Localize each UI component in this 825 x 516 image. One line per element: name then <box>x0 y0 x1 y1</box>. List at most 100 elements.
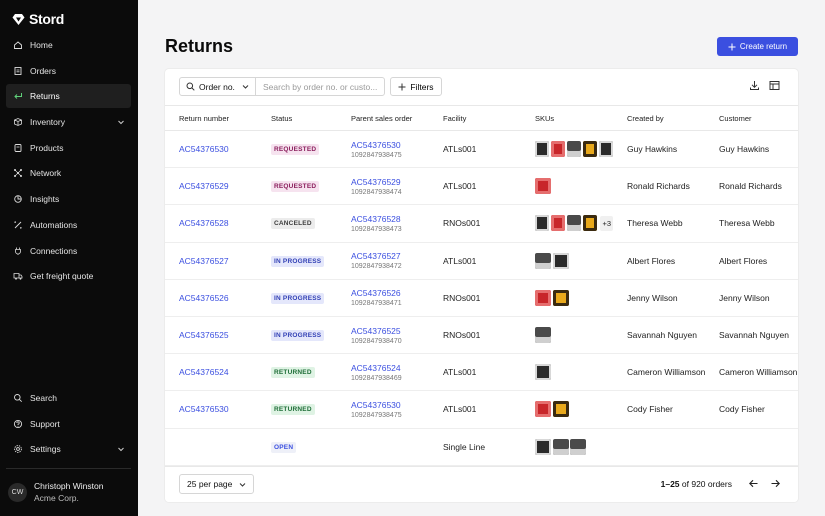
parent-order-link[interactable]: AC54376528 <box>351 214 429 224</box>
search-field-select[interactable]: Order no. <box>179 77 256 96</box>
sidebar-item-home[interactable]: Home <box>6 33 131 57</box>
sidebar-item-settings[interactable]: Settings <box>6 437 131 461</box>
table-row[interactable]: AC54376525 IN PROGRESS AC54376525 109284793… <box>165 316 798 355</box>
sidebar-item-label: Returns <box>30 91 60 102</box>
table-row[interactable]: AC54376527 IN PROGRESS AC54376527 109284793… <box>165 242 798 280</box>
facility: ATLs001 <box>429 167 521 206</box>
arrow-right-icon[interactable] <box>770 478 781 489</box>
sku-thumbnail[interactable] <box>570 438 586 455</box>
avatar: CW <box>8 482 27 502</box>
sidebar-item-connections[interactable]: Connections <box>6 239 131 263</box>
per-page-select[interactable]: 25 per page <box>179 474 254 494</box>
parent-order-link[interactable]: AC54376527 <box>351 251 429 261</box>
sidebar-divider <box>6 468 131 469</box>
table-row[interactable]: AC54376529 REQUESTED AC54376529 10928479384… <box>165 167 798 206</box>
column-header[interactable]: Facility <box>429 105 521 131</box>
column-header[interactable]: Status <box>257 105 337 131</box>
sku-thumbnail[interactable] <box>598 141 613 158</box>
sku-thumbnail[interactable] <box>566 215 582 232</box>
return-number-link[interactable]: AC54376524 <box>179 367 229 377</box>
sku-thumbnail[interactable] <box>552 252 569 269</box>
sku-thumbnail[interactable] <box>552 401 569 418</box>
sidebar-item-label: Network <box>30 168 62 179</box>
table-row[interactable]: AC54376530 REQUESTED AC54376530 10928479384… <box>165 130 798 169</box>
sku-thumbnail[interactable] <box>566 141 582 158</box>
sidebar-item-insights[interactable]: Insights <box>6 187 131 211</box>
sku-thumbnail[interactable] <box>552 289 569 306</box>
sidebar: Stord Home Orders Returns Inventory Products… <box>0 0 138 516</box>
column-header[interactable]: Return number <box>165 105 257 131</box>
created-by: Savannah Nguyen <box>613 316 705 355</box>
brand-logo[interactable]: Stord <box>12 11 64 27</box>
column-header[interactable]: SKUs <box>521 105 613 131</box>
customer: Jenny Wilson <box>705 279 798 317</box>
table-row[interactable]: AC54376524 RETURNED AC54376524 109284793846… <box>165 353 798 392</box>
sku-thumbnail[interactable] <box>582 215 597 232</box>
parent-order-link[interactable]: AC54376526 <box>351 288 429 298</box>
download-icon[interactable] <box>749 80 760 91</box>
table-header-row: Return number Status Parent sales order Fac… <box>165 105 798 131</box>
sku-thumbnails <box>535 178 613 195</box>
more-skus-count[interactable]: +3 <box>600 215 613 231</box>
user-profile[interactable]: CW Christoph Winston Acme Corp. <box>8 480 103 504</box>
search-input[interactable] <box>255 77 385 96</box>
chevron-down-icon <box>118 120 124 125</box>
column-header[interactable]: Created by <box>613 105 705 131</box>
return-number-link[interactable]: AC54376528 <box>179 218 229 228</box>
sku-thumbnail[interactable] <box>550 215 566 232</box>
sku-thumbnail[interactable] <box>535 438 551 455</box>
sku-thumbnail[interactable] <box>535 364 551 381</box>
parent-order-link[interactable]: AC54376525 <box>351 326 429 336</box>
sku-thumbnail[interactable] <box>535 327 551 344</box>
sku-thumbnail[interactable] <box>582 141 598 158</box>
return-number-link[interactable]: AC54376526 <box>179 293 229 303</box>
sku-thumbnail[interactable] <box>535 178 551 195</box>
sidebar-item-support[interactable]: Support <box>6 412 131 436</box>
sidebar-item-inventory[interactable]: Inventory <box>6 110 131 134</box>
sku-thumbnail[interactable] <box>535 215 550 232</box>
create-return-button[interactable]: Create return <box>717 37 798 56</box>
table-row[interactable]: AC54376530 RETURNED AC54376530 109284793847… <box>165 390 798 429</box>
parent-order-link[interactable]: AC54376530 <box>351 400 429 410</box>
stord-logo-icon <box>12 13 25 25</box>
sku-thumbnail[interactable] <box>535 141 550 158</box>
sidebar-item-network[interactable]: Network <box>6 161 131 185</box>
sidebar-item-search[interactable]: Search <box>6 386 131 410</box>
columns-icon[interactable] <box>769 80 780 91</box>
arrow-left-icon[interactable] <box>748 478 759 489</box>
sku-thumbnail[interactable] <box>535 289 551 306</box>
sku-thumbnails <box>535 401 613 418</box>
sidebar-item-label: Home <box>30 40 53 50</box>
sidebar-item-returns[interactable]: Returns <box>6 84 131 109</box>
sku-thumbnail[interactable] <box>550 141 566 158</box>
pagination-summary: 1–25 of 920 orders <box>661 479 732 489</box>
filters-button[interactable]: Filters <box>390 77 442 96</box>
return-number-link[interactable]: AC54376530 <box>179 144 229 154</box>
sidebar-item-automations[interactable]: Automations <box>6 213 131 237</box>
column-header[interactable]: Customer <box>705 105 798 131</box>
column-header[interactable]: Parent sales order <box>337 105 429 131</box>
return-number-link[interactable]: AC54376529 <box>179 181 229 191</box>
sku-thumbnail[interactable] <box>552 438 569 455</box>
status-badge: IN PROGRESS <box>271 292 325 304</box>
parent-order-link[interactable]: AC54376530 <box>351 140 429 150</box>
parent-order-link[interactable]: AC54376524 <box>351 363 429 373</box>
gear-icon <box>14 445 22 454</box>
return-number-link[interactable]: AC54376530 <box>179 404 229 414</box>
return-number-link[interactable]: AC54376527 <box>179 256 229 266</box>
sku-thumbnail[interactable] <box>535 252 551 269</box>
page-title: Returns <box>165 36 234 56</box>
table-row[interactable]: AC54376526 IN PROGRESS AC54376526 109284793… <box>165 279 798 317</box>
home-icon <box>14 41 22 49</box>
table-row[interactable]: AC54376528 CANCELED AC54376528 109284793847… <box>165 204 798 243</box>
sku-thumbnail[interactable] <box>535 401 551 418</box>
status-badge: REQUESTED <box>271 181 320 193</box>
sidebar-item-products[interactable]: Products <box>6 136 131 160</box>
user-name: Christoph Winston <box>34 481 104 491</box>
return-number-link[interactable]: AC54376525 <box>179 330 229 340</box>
sidebar-item-get-freight-quote[interactable]: Get freight quote <box>6 264 131 288</box>
table-row[interactable]: OPEN Single Line <box>165 428 798 466</box>
sku-thumbnails <box>535 289 613 306</box>
parent-order-link[interactable]: AC54376529 <box>351 177 429 187</box>
sidebar-item-orders[interactable]: Orders <box>6 59 131 83</box>
